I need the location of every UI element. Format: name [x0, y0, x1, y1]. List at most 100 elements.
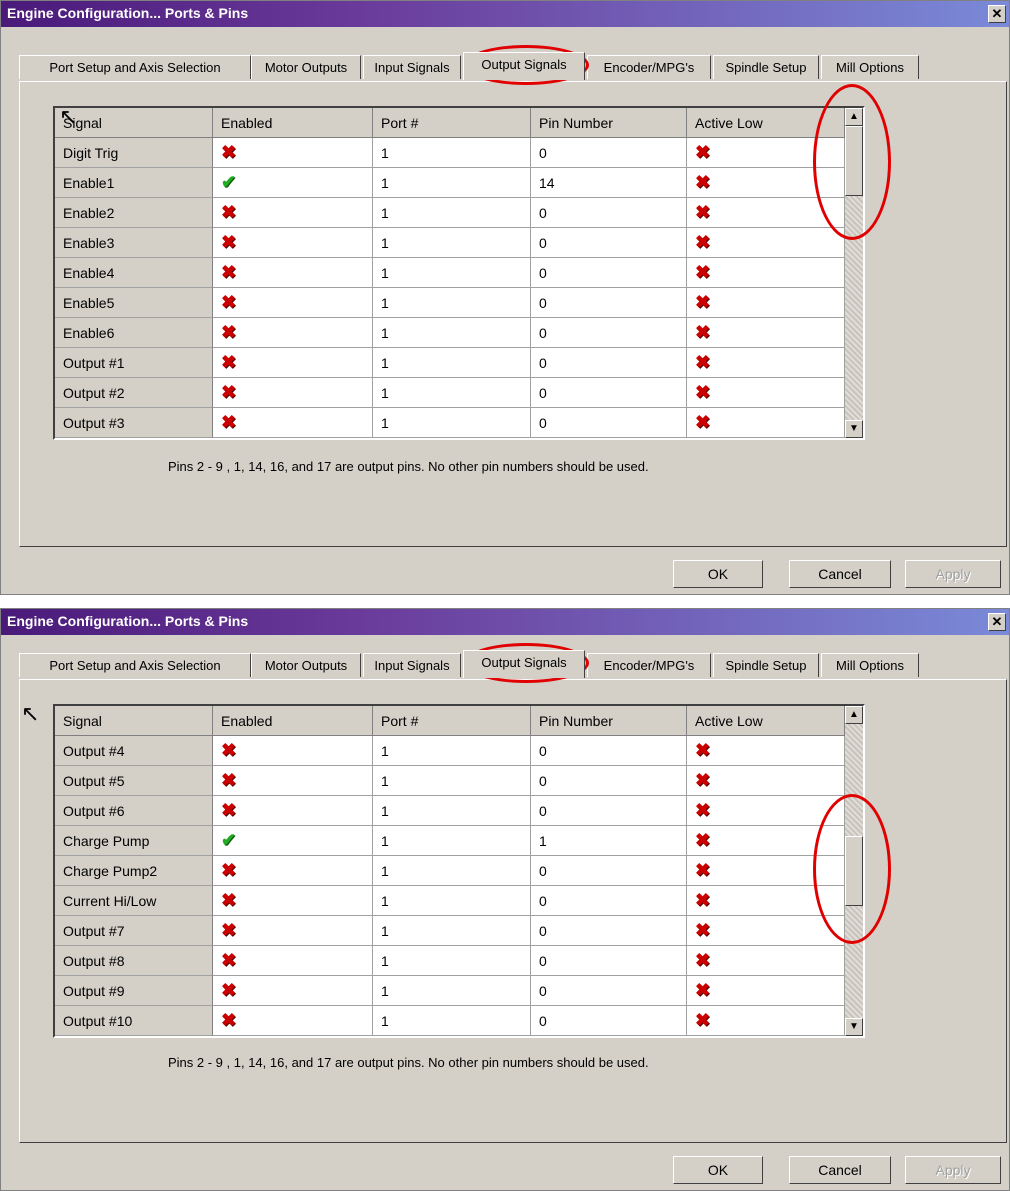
signal-cell[interactable]: Current Hi/Low — [55, 886, 213, 916]
column-header-pin[interactable]: Pin Number — [531, 706, 687, 736]
enabled-cell[interactable]: ✖ — [213, 228, 373, 258]
red-x-icon[interactable]: ✖ — [695, 412, 710, 432]
enabled-cell[interactable]: ✖ — [213, 736, 373, 766]
column-header-port[interactable]: Port # — [373, 706, 531, 736]
red-x-icon[interactable]: ✖ — [695, 950, 710, 970]
output-signals-table[interactable]: Signal Enabled Port # Pin Number Active … — [53, 704, 865, 1038]
port-cell[interactable]: 1 — [373, 378, 531, 408]
close-icon[interactable]: ✕ — [988, 5, 1006, 23]
scroll-thumb[interactable] — [845, 126, 863, 196]
pin-cell[interactable]: 1 — [531, 826, 687, 856]
tab-output-signals[interactable]: Output Signals — [463, 52, 585, 80]
table-row[interactable]: Output #9 ✖ 1 0 ✖ — [55, 976, 845, 1006]
port-cell[interactable]: 1 — [373, 198, 531, 228]
red-x-icon[interactable]: ✖ — [221, 232, 236, 252]
red-x-icon[interactable]: ✖ — [695, 172, 710, 192]
signal-cell[interactable]: Output #1 — [55, 348, 213, 378]
red-x-icon[interactable]: ✖ — [695, 800, 710, 820]
pin-cell[interactable]: 0 — [531, 766, 687, 796]
active-low-cell[interactable]: ✖ — [687, 288, 845, 318]
enabled-cell[interactable]: ✖ — [213, 916, 373, 946]
red-x-icon[interactable]: ✖ — [695, 292, 710, 312]
tab-input-signals[interactable]: Input Signals — [363, 55, 461, 79]
signal-cell[interactable]: Enable3 — [55, 228, 213, 258]
table-row[interactable]: Output #4 ✖ 1 0 ✖ — [55, 736, 845, 766]
active-low-cell[interactable]: ✖ — [687, 198, 845, 228]
green-check-icon[interactable]: ✔ — [221, 172, 236, 192]
active-low-cell[interactable]: ✖ — [687, 228, 845, 258]
scroll-up-icon[interactable]: ▲ — [845, 108, 863, 126]
port-cell[interactable]: 1 — [373, 886, 531, 916]
red-x-icon[interactable]: ✖ — [221, 800, 236, 820]
tab-encoder-mpg[interactable]: Encoder/MPG's — [587, 55, 711, 79]
red-x-icon[interactable]: ✖ — [695, 202, 710, 222]
red-x-icon[interactable]: ✖ — [695, 352, 710, 372]
pin-cell[interactable]: 0 — [531, 348, 687, 378]
red-x-icon[interactable]: ✖ — [695, 890, 710, 910]
active-low-cell[interactable]: ✖ — [687, 856, 845, 886]
table-row[interactable]: Output #10 ✖ 1 0 ✖ — [55, 1006, 845, 1036]
red-x-icon[interactable]: ✖ — [221, 860, 236, 880]
red-x-icon[interactable]: ✖ — [695, 770, 710, 790]
column-header-active-low[interactable]: Active Low — [687, 108, 845, 138]
scroll-thumb[interactable] — [845, 836, 863, 906]
tab-port-setup[interactable]: Port Setup and Axis Selection — [19, 55, 251, 79]
red-x-icon[interactable]: ✖ — [221, 142, 236, 162]
column-header-pin[interactable]: Pin Number — [531, 108, 687, 138]
table-row[interactable]: Digit Trig ✖ 1 0 ✖ — [55, 138, 845, 168]
signal-cell[interactable]: Enable4 — [55, 258, 213, 288]
signal-cell[interactable]: Digit Trig — [55, 138, 213, 168]
column-header-enabled[interactable]: Enabled — [213, 706, 373, 736]
table-row[interactable]: Output #6 ✖ 1 0 ✖ — [55, 796, 845, 826]
tab-encoder-mpg[interactable]: Encoder/MPG's — [587, 653, 711, 677]
red-x-icon[interactable]: ✖ — [695, 920, 710, 940]
enabled-cell[interactable]: ✖ — [213, 946, 373, 976]
port-cell[interactable]: 1 — [373, 976, 531, 1006]
enabled-cell[interactable]: ✖ — [213, 796, 373, 826]
table-row[interactable]: Output #3 ✖ 1 0 ✖ — [55, 408, 845, 438]
active-low-cell[interactable]: ✖ — [687, 796, 845, 826]
active-low-cell[interactable]: ✖ — [687, 408, 845, 438]
active-low-cell[interactable]: ✖ — [687, 348, 845, 378]
red-x-icon[interactable]: ✖ — [221, 950, 236, 970]
pin-cell[interactable]: 0 — [531, 288, 687, 318]
scroll-up-icon[interactable]: ▲ — [845, 706, 863, 724]
ok-button[interactable]: OK — [673, 560, 763, 588]
enabled-cell[interactable]: ✖ — [213, 348, 373, 378]
enabled-cell[interactable]: ✔ — [213, 826, 373, 856]
apply-button[interactable]: Apply — [905, 1156, 1001, 1184]
active-low-cell[interactable]: ✖ — [687, 826, 845, 856]
red-x-icon[interactable]: ✖ — [221, 352, 236, 372]
tab-mill-options[interactable]: Mill Options — [821, 653, 919, 677]
port-cell[interactable]: 1 — [373, 856, 531, 886]
signal-cell[interactable]: Output #6 — [55, 796, 213, 826]
signal-cell[interactable]: Enable6 — [55, 318, 213, 348]
signal-cell[interactable]: Enable1 — [55, 168, 213, 198]
port-cell[interactable]: 1 — [373, 736, 531, 766]
red-x-icon[interactable]: ✖ — [221, 322, 236, 342]
tab-port-setup[interactable]: Port Setup and Axis Selection — [19, 653, 251, 677]
red-x-icon[interactable]: ✖ — [695, 830, 710, 850]
ok-button[interactable]: OK — [673, 1156, 763, 1184]
signal-cell[interactable]: Output #10 — [55, 1006, 213, 1036]
tab-input-signals[interactable]: Input Signals — [363, 653, 461, 677]
active-low-cell[interactable]: ✖ — [687, 138, 845, 168]
pin-cell[interactable]: 0 — [531, 378, 687, 408]
tab-spindle-setup[interactable]: Spindle Setup — [713, 55, 819, 79]
red-x-icon[interactable]: ✖ — [695, 980, 710, 1000]
enabled-cell[interactable]: ✖ — [213, 856, 373, 886]
port-cell[interactable]: 1 — [373, 826, 531, 856]
close-icon[interactable]: ✕ — [988, 613, 1006, 631]
enabled-cell[interactable]: ✖ — [213, 138, 373, 168]
pin-cell[interactable]: 0 — [531, 198, 687, 228]
table-row[interactable]: Output #7 ✖ 1 0 ✖ — [55, 916, 845, 946]
tab-spindle-setup[interactable]: Spindle Setup — [713, 653, 819, 677]
table-row[interactable]: Output #8 ✖ 1 0 ✖ — [55, 946, 845, 976]
apply-button[interactable]: Apply — [905, 560, 1001, 588]
tab-mill-options[interactable]: Mill Options — [821, 55, 919, 79]
vertical-scrollbar[interactable]: ▲ ▼ — [845, 108, 863, 438]
signal-cell[interactable]: Output #9 — [55, 976, 213, 1006]
scroll-down-icon[interactable]: ▼ — [845, 420, 863, 438]
signal-cell[interactable]: Output #4 — [55, 736, 213, 766]
active-low-cell[interactable]: ✖ — [687, 886, 845, 916]
